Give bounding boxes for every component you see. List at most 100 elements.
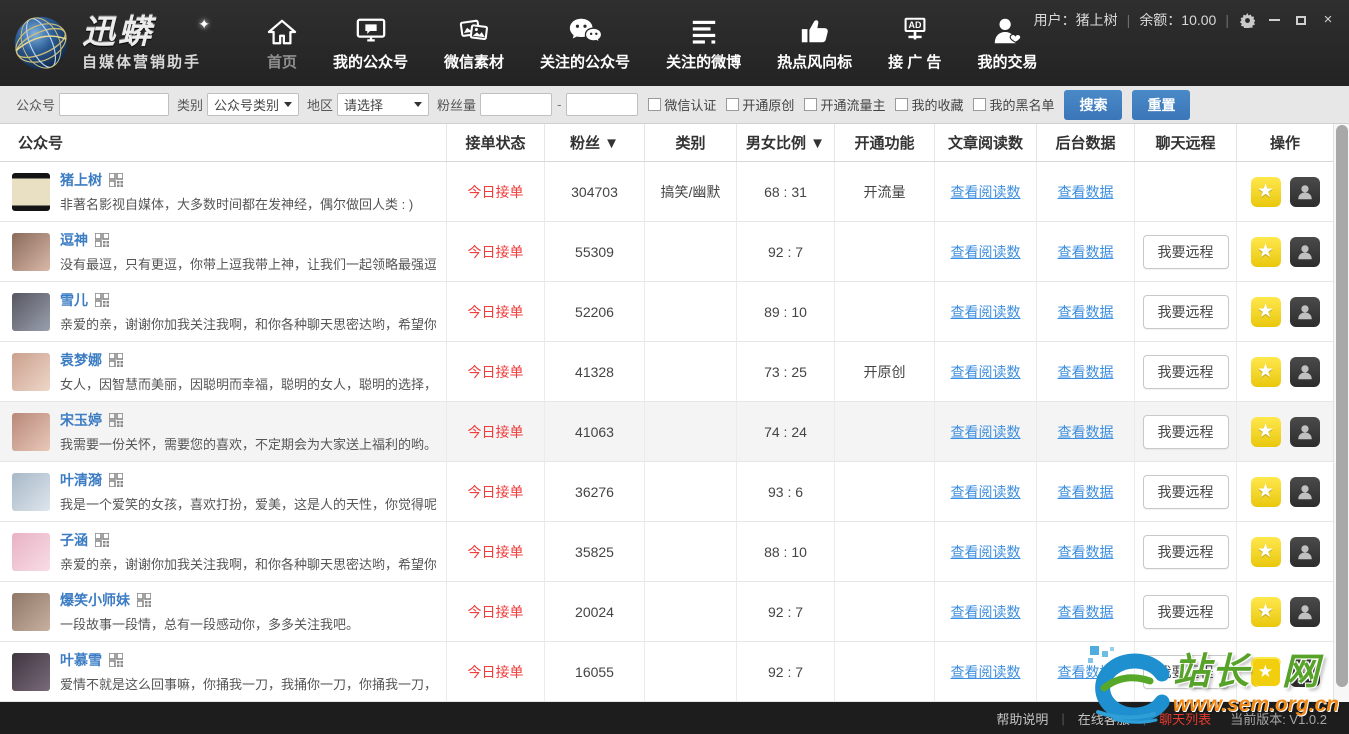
table-row[interactable]: 猪上树 非著名影视自媒体，大多数时间都在发神经，偶尔做回人类 : ) 今日接单 … — [0, 162, 1349, 222]
contact-button[interactable] — [1290, 177, 1320, 207]
view-reads-link[interactable]: 查看阅读数 — [951, 542, 1021, 562]
region-select[interactable]: 请选择 — [337, 93, 429, 116]
account-search-input[interactable] — [59, 93, 169, 116]
column-header-5[interactable]: 男女比例 ▼ — [737, 124, 835, 161]
reset-button[interactable]: 重置 — [1132, 90, 1190, 120]
contact-button[interactable] — [1290, 477, 1320, 507]
table-row[interactable]: 叶慕雪 爱情不就是这么回事嘛，你捅我一刀，我捅你一刀，你捅我一刀，我 今日接单 … — [0, 642, 1349, 702]
account-name-link[interactable]: 子涵 — [60, 530, 88, 550]
table-row[interactable]: 宋玉婷 我需要一份关怀，需要您的喜欢，不定期会为大家送上福利的哟。每 今日接单 … — [0, 402, 1349, 462]
settings-gear-icon[interactable] — [1238, 12, 1256, 28]
favorite-star-button[interactable]: ★ — [1251, 417, 1281, 447]
remote-button[interactable]: 我要远程 — [1143, 595, 1229, 629]
account-name-link[interactable]: 爆笑小师妹 — [60, 590, 130, 610]
view-reads-link[interactable]: 查看阅读数 — [951, 602, 1021, 622]
account-name-link[interactable]: 雪儿 — [60, 290, 88, 310]
close-button[interactable]: × — [1319, 12, 1337, 28]
qr-code-icon[interactable] — [109, 653, 123, 667]
table-row[interactable]: 雪儿 亲爱的亲，谢谢你加我关注我啊，和你各种聊天思密达哟，希望你能 今日接单 5… — [0, 282, 1349, 342]
view-reads-link[interactable]: 查看阅读数 — [951, 482, 1021, 502]
contact-button[interactable] — [1290, 237, 1320, 267]
checkbox-my-blacklist[interactable]: 我的黑名单 — [973, 95, 1054, 114]
qr-code-icon[interactable] — [95, 233, 109, 247]
table-row[interactable]: 叶清漪 我是一个爱笑的女孩，喜欢打扮，爱美，这是人的天性，你觉得呢？ 今日接单 … — [0, 462, 1349, 522]
contact-button[interactable] — [1290, 537, 1320, 567]
nav-item-followed-accounts[interactable]: 关注的公众号 — [540, 14, 630, 72]
checkbox-traffic-enabled[interactable]: 开通流量主 — [804, 95, 885, 114]
favorite-star-button[interactable]: ★ — [1251, 237, 1281, 267]
scrollbar-thumb[interactable] — [1336, 125, 1348, 687]
view-backend-data-link[interactable]: 查看数据 — [1058, 242, 1114, 262]
nav-item-my-trades[interactable]: 我的交易 — [977, 14, 1037, 72]
favorite-star-button[interactable]: ★ — [1251, 537, 1281, 567]
remote-button[interactable]: 我要远程 — [1143, 475, 1229, 509]
view-reads-link[interactable]: 查看阅读数 — [951, 302, 1021, 322]
online-service-link[interactable]: 在线客服 — [1078, 709, 1130, 728]
favorite-star-button[interactable]: ★ — [1251, 597, 1281, 627]
favorite-star-button[interactable]: ★ — [1251, 477, 1281, 507]
contact-button[interactable] — [1290, 597, 1320, 627]
fans-min-input[interactable] — [480, 93, 552, 116]
remote-button[interactable]: 我要远程 — [1143, 355, 1229, 389]
view-reads-link[interactable]: 查看阅读数 — [951, 182, 1021, 202]
contact-button[interactable] — [1290, 357, 1320, 387]
category-select[interactable]: 公众号类别 — [207, 93, 299, 116]
view-backend-data-link[interactable]: 查看数据 — [1058, 482, 1114, 502]
nav-item-wechat-material[interactable]: 微信素材 — [444, 14, 504, 72]
account-name-link[interactable]: 猪上树 — [60, 170, 102, 190]
qr-code-icon[interactable] — [109, 353, 123, 367]
view-backend-data-link[interactable]: 查看数据 — [1058, 542, 1114, 562]
remote-button[interactable]: 我要远程 — [1143, 415, 1229, 449]
maximize-button[interactable] — [1292, 12, 1310, 28]
checkbox-original-enabled[interactable]: 开通原创 — [726, 95, 794, 114]
help-link[interactable]: 帮助说明 — [996, 709, 1048, 728]
table-row[interactable]: 逗神 没有最逗，只有更逗，你带上逗我带上神，让我们一起领略最强逗比 今日接单 5… — [0, 222, 1349, 282]
contact-button[interactable] — [1290, 297, 1320, 327]
account-name-link[interactable]: 宋玉婷 — [60, 410, 102, 430]
qr-code-icon[interactable] — [95, 533, 109, 547]
nav-item-followed-weibo[interactable]: 关注的微博 — [666, 14, 741, 72]
view-backend-data-link[interactable]: 查看数据 — [1058, 422, 1114, 442]
checkbox-my-favorites[interactable]: 我的收藏 — [895, 95, 963, 114]
view-backend-data-link[interactable]: 查看数据 — [1058, 302, 1114, 322]
favorite-star-button[interactable]: ★ — [1251, 177, 1281, 207]
qr-code-icon[interactable] — [95, 293, 109, 307]
table-row[interactable]: 爆笑小师妹 一段故事一段情，总有一段感动你，多多关注我吧。 今日接单 20024… — [0, 582, 1349, 642]
minimize-button[interactable] — [1265, 12, 1283, 28]
nav-item-hot-trends[interactable]: 热点风向标 — [777, 14, 852, 72]
view-backend-data-link[interactable]: 查看数据 — [1058, 602, 1114, 622]
qr-code-icon[interactable] — [137, 593, 151, 607]
account-name-link[interactable]: 叶清漪 — [60, 470, 102, 490]
view-reads-link[interactable]: 查看阅读数 — [951, 422, 1021, 442]
account-name-link[interactable]: 叶慕雪 — [60, 650, 102, 670]
fans-max-input[interactable] — [566, 93, 638, 116]
column-header-3[interactable]: 粉丝 ▼ — [545, 124, 645, 161]
view-backend-data-link[interactable]: 查看数据 — [1058, 662, 1114, 682]
view-backend-data-link[interactable]: 查看数据 — [1058, 362, 1114, 382]
view-backend-data-link[interactable]: 查看数据 — [1058, 182, 1114, 202]
contact-button[interactable] — [1290, 657, 1320, 687]
qr-code-icon[interactable] — [109, 173, 123, 187]
search-button[interactable]: 搜索 — [1064, 90, 1122, 120]
nav-item-home[interactable]: 首页 — [267, 14, 297, 72]
contact-button[interactable] — [1290, 417, 1320, 447]
view-reads-link[interactable]: 查看阅读数 — [951, 362, 1021, 382]
nav-item-take-ads[interactable]: AD 接 广 告 — [888, 14, 941, 72]
chat-list-link[interactable]: 聊天列表 — [1159, 709, 1211, 728]
remote-button[interactable]: 我要远程 — [1143, 295, 1229, 329]
account-name-link[interactable]: 逗神 — [60, 230, 88, 250]
view-reads-link[interactable]: 查看阅读数 — [951, 242, 1021, 262]
remote-button[interactable]: 我要远程 — [1143, 655, 1229, 689]
table-row[interactable]: 子涵 亲爱的亲，谢谢你加我关注我啊，和你各种聊天思密达哟，希望你能 今日接单 3… — [0, 522, 1349, 582]
favorite-star-button[interactable]: ★ — [1251, 297, 1281, 327]
remote-button[interactable]: 我要远程 — [1143, 535, 1229, 569]
qr-code-icon[interactable] — [109, 413, 123, 427]
checkbox-wechat-verified[interactable]: 微信认证 — [648, 95, 716, 114]
remote-button[interactable]: 我要远程 — [1143, 235, 1229, 269]
qr-code-icon[interactable] — [109, 473, 123, 487]
table-row[interactable]: 袁梦娜 女人，因智慧而美丽，因聪明而幸福，聪明的女人，聪明的选择，实 今日接单 … — [0, 342, 1349, 402]
view-reads-link[interactable]: 查看阅读数 — [951, 662, 1021, 682]
nav-item-my-official-accounts[interactable]: 我的公众号 — [333, 14, 408, 72]
account-name-link[interactable]: 袁梦娜 — [60, 350, 102, 370]
favorite-star-button[interactable]: ★ — [1251, 657, 1281, 687]
